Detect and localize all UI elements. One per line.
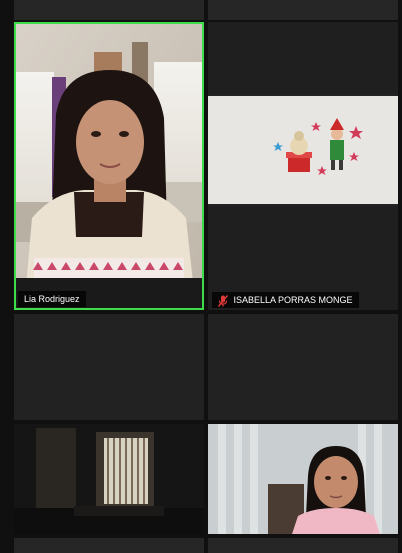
gallery-top-strip-left xyxy=(14,0,204,20)
participant-tile-5[interactable] xyxy=(14,424,204,534)
participant-name-tag: Lia Rodriguez xyxy=(18,291,86,307)
gallery-bottom-strip-right xyxy=(208,538,398,553)
participant-video-room xyxy=(14,424,204,534)
participant-tile-3[interactable] xyxy=(14,314,204,420)
participant-video-isabella xyxy=(208,22,398,310)
participant-name: Lia Rodriguez xyxy=(24,294,80,304)
participant-tile-isabella-porras-monge[interactable]: ISABELLA PORRAS MONGE xyxy=(208,22,398,310)
participant-name: ISABELLA PORRAS MONGE xyxy=(233,295,353,305)
participant-tile-4[interactable] xyxy=(208,314,398,420)
participant-video-lia xyxy=(14,22,204,310)
gallery-bottom-strip-left xyxy=(14,538,204,553)
participant-video-child xyxy=(208,424,398,534)
gallery-top-strip-right xyxy=(208,0,398,20)
participant-tile-lia-rodriguez[interactable]: Lia Rodriguez xyxy=(14,22,204,310)
mic-off-icon xyxy=(218,294,228,307)
video-gallery: Lia Rodriguez ISABELLA PORRAS MONGE xyxy=(0,0,402,553)
participant-name-tag: ISABELLA PORRAS MONGE xyxy=(212,292,359,308)
participant-tile-6[interactable] xyxy=(208,424,398,534)
